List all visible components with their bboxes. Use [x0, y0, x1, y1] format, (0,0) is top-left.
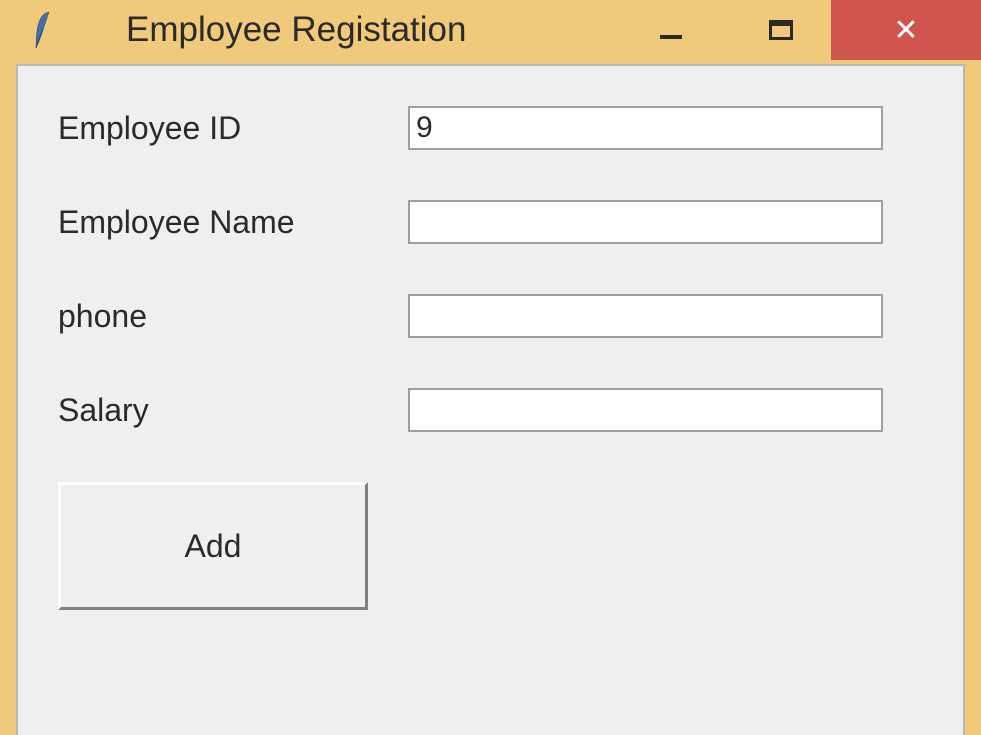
- phone-label: phone: [58, 298, 408, 335]
- employee-name-label: Employee Name: [58, 204, 408, 241]
- employee-id-label: Employee ID: [58, 110, 408, 147]
- button-row: Add: [58, 482, 923, 610]
- client-area: Employee ID Employee Name phone Salary A…: [16, 64, 965, 735]
- close-icon: ✕: [893, 13, 918, 48]
- maximize-icon: [769, 20, 793, 40]
- minimize-icon: [660, 35, 682, 39]
- employee-name-input[interactable]: [408, 200, 883, 244]
- close-button[interactable]: ✕: [831, 0, 981, 60]
- window-title: Employee Registation: [126, 10, 466, 50]
- salary-label: Salary: [58, 392, 408, 429]
- add-button[interactable]: Add: [58, 482, 368, 610]
- employee-id-input[interactable]: [408, 106, 883, 150]
- titlebar-left: Employee Registation: [30, 10, 466, 50]
- feather-icon: [30, 10, 56, 50]
- titlebar[interactable]: Employee Registation ✕: [0, 0, 981, 60]
- form-row-salary: Salary: [58, 388, 923, 432]
- salary-input[interactable]: [408, 388, 883, 432]
- form-row-phone: phone: [58, 294, 923, 338]
- minimize-button[interactable]: [621, 0, 721, 60]
- window-controls: ✕: [621, 0, 981, 60]
- maximize-button[interactable]: [731, 0, 831, 60]
- form-row-employee-id: Employee ID: [58, 106, 923, 150]
- form-row-employee-name: Employee Name: [58, 200, 923, 244]
- window-frame: Employee Registation ✕ Employee ID Emplo…: [0, 0, 981, 735]
- phone-input[interactable]: [408, 294, 883, 338]
